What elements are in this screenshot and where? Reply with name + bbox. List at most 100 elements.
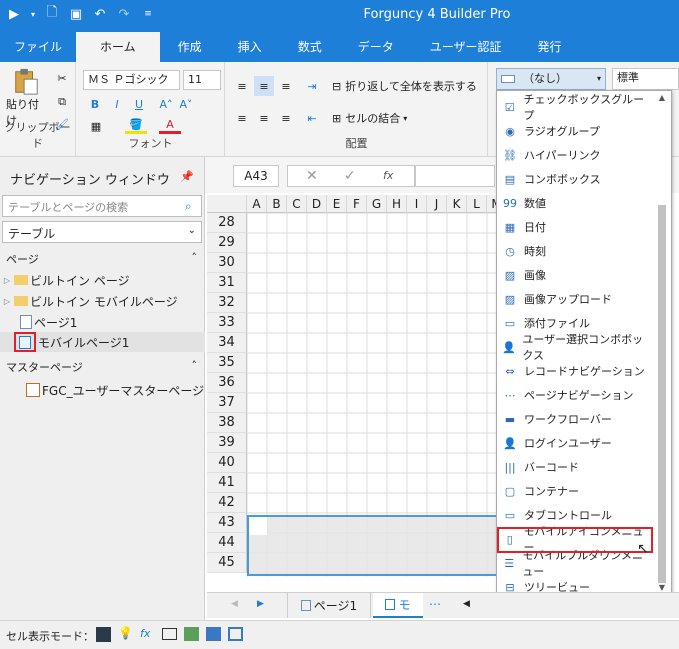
prev-sheet-icon[interactable]: ◀ <box>231 599 238 609</box>
font-color-icon[interactable]: A <box>159 118 181 134</box>
next-sheet-icon[interactable]: ▶ <box>257 599 264 609</box>
confirm-icon[interactable]: ✓ <box>344 168 356 184</box>
tab-publish[interactable]: 発行 <box>519 32 579 62</box>
column-header[interactable]: I <box>407 195 427 213</box>
tree-item-master-page[interactable]: FGC_ユーザーマスターページ <box>0 380 205 400</box>
cell-ref-box[interactable]: A43 <box>233 165 279 187</box>
nav-type-select[interactable]: テーブル ⌄ <box>2 221 202 243</box>
function-icon[interactable]: fx <box>383 169 393 182</box>
tab-user-auth[interactable]: ユーザー認証 <box>412 32 520 62</box>
cut-icon[interactable]: ✂ <box>54 70 70 86</box>
master-pages-section-header[interactable]: マスターページ ˄ <box>0 356 205 376</box>
column-header[interactable]: C <box>287 195 307 213</box>
row-header[interactable]: 33 <box>207 313 247 333</box>
align-middle-icon[interactable]: ≡ <box>254 76 274 96</box>
cell-type-item[interactable]: ||| バーコード <box>500 456 650 478</box>
cell-type-item[interactable]: ▨ 画像アップロード <box>500 288 650 310</box>
cell-type-item[interactable]: ☰ モバイルプルダウンメニュー <box>500 549 650 578</box>
table-icon[interactable] <box>228 627 243 641</box>
cell-type-item[interactable]: ⛓ ハイパーリンク <box>500 144 650 166</box>
bulb-icon[interactable]: 💡 <box>118 626 133 640</box>
cell-type-item[interactable]: ⋯ ページナビゲーション <box>500 384 650 406</box>
tree-item-page1[interactable]: ページ1 <box>0 312 205 332</box>
align-top-icon[interactable]: ≡ <box>232 76 252 96</box>
row-header[interactable]: 32 <box>207 293 247 313</box>
row-header[interactable]: 45 <box>207 553 247 573</box>
row-header[interactable]: 28 <box>207 213 247 233</box>
cell-type-item[interactable]: ◉ ラジオグループ <box>500 120 650 142</box>
border-icon[interactable]: ▦ <box>85 118 107 134</box>
font-name-combo[interactable]: ＭＳ Ｐゴシック <box>83 70 180 90</box>
row-header[interactable]: 29 <box>207 233 247 253</box>
row-header[interactable]: 30 <box>207 253 247 273</box>
grid-icon[interactable] <box>206 627 221 641</box>
tab-file[interactable]: ファイル <box>0 32 76 62</box>
column-header[interactable]: H <box>387 195 407 213</box>
cell-type-item[interactable]: ⇔ レコードナビゲーション <box>500 360 650 382</box>
tab-create[interactable]: 作成 <box>160 32 220 62</box>
bold-button[interactable]: B <box>87 96 103 112</box>
image-icon[interactable] <box>184 627 199 641</box>
row-header[interactable]: 37 <box>207 393 247 413</box>
column-header[interactable]: J <box>427 195 447 213</box>
indent-icon[interactable]: ⇥ <box>302 76 322 96</box>
sheet-tab-mobile[interactable]: モ <box>373 593 423 618</box>
tab-home[interactable]: ホーム <box>76 32 160 62</box>
cell-type-item[interactable]: ▤ コンボボックス <box>500 168 650 190</box>
row-header[interactable]: 43 <box>207 513 247 533</box>
cell-type-item[interactable]: ▬ ワークフローバー <box>500 408 650 430</box>
nav-search-input[interactable]: テーブルとページの検索 <box>2 195 202 217</box>
cell-type-item[interactable]: ☑ チェックボックスグループ <box>500 93 650 122</box>
sheet-tab-page1[interactable]: ページ1 <box>287 593 371 618</box>
console-icon[interactable] <box>96 627 111 642</box>
cell-type-item[interactable]: ▨ 画像 <box>500 264 650 286</box>
cell-type-item[interactable]: 👤 ログインユーザー <box>500 432 650 454</box>
font-size-combo[interactable]: 11 <box>183 70 221 90</box>
row-header[interactable]: 39 <box>207 433 247 453</box>
column-header[interactable]: G <box>367 195 387 213</box>
row-header[interactable]: 36 <box>207 373 247 393</box>
underline-button[interactable]: U <box>131 96 147 112</box>
row-header[interactable]: 44 <box>207 533 247 553</box>
active-cell[interactable] <box>249 517 267 535</box>
tree-item-builtin-pages[interactable]: ▷ ビルトイン ページ <box>0 270 205 290</box>
pages-section-header[interactable]: ページ ˄ <box>0 248 205 268</box>
merge-cells-button[interactable]: ⊞ セルの結合 ▾ <box>332 108 432 128</box>
row-header[interactable]: 34 <box>207 333 247 353</box>
column-header[interactable]: L <box>467 195 487 213</box>
row-header[interactable]: 40 <box>207 453 247 473</box>
cell-type-item[interactable]: ◷ 時刻 <box>500 240 650 262</box>
dropdown-scrollbar[interactable]: ▲ ▼ <box>655 93 669 597</box>
align-center-icon[interactable]: ≡ <box>254 108 274 128</box>
more-tabs-icon[interactable]: ⋯ <box>429 597 441 611</box>
label-icon[interactable] <box>162 628 177 640</box>
cell-type-item[interactable]: 99 数値 <box>500 192 650 214</box>
hscroll-left-icon[interactable]: ◀ <box>463 599 470 609</box>
tab-insert[interactable]: 挿入 <box>220 32 280 62</box>
spreadsheet-grid[interactable]: ABCDEFGHIJKLM 28293031323334353637383940… <box>207 195 502 577</box>
column-header[interactable]: B <box>267 195 287 213</box>
style-combo[interactable]: 標準 <box>612 68 679 90</box>
fx-icon[interactable]: fx <box>140 627 150 640</box>
outdent-icon[interactable]: ⇤ <box>302 108 322 128</box>
row-header[interactable]: 42 <box>207 493 247 513</box>
fill-color-icon[interactable]: 🪣 <box>125 118 147 134</box>
tab-formula[interactable]: 数式 <box>280 32 340 62</box>
cell-type-item[interactable]: 👤 ユーザー選択コンボボックス <box>500 333 650 362</box>
scroll-thumb[interactable] <box>658 205 666 583</box>
column-header[interactable]: F <box>347 195 367 213</box>
increase-font-button[interactable]: A˄ <box>157 96 175 112</box>
wrap-text-button[interactable]: ⊟ 折り返して全体を表示する <box>332 76 484 96</box>
row-header[interactable]: 41 <box>207 473 247 493</box>
tab-data[interactable]: データ <box>340 32 412 62</box>
copy-icon[interactable]: ⧉ <box>54 94 70 110</box>
tree-item-mobile-page1[interactable]: モバイルページ1 <box>0 332 205 352</box>
cell-type-combo[interactable]: （なし） ▾ <box>496 68 606 90</box>
search-icon[interactable]: ⌕ <box>185 199 192 214</box>
align-right-icon[interactable]: ≡ <box>276 108 296 128</box>
row-header[interactable]: 35 <box>207 353 247 373</box>
row-header[interactable]: 31 <box>207 273 247 293</box>
scroll-up-icon[interactable]: ▲ <box>655 93 669 107</box>
cancel-icon[interactable]: ✕ <box>306 168 318 184</box>
corner-cell[interactable] <box>207 195 247 213</box>
